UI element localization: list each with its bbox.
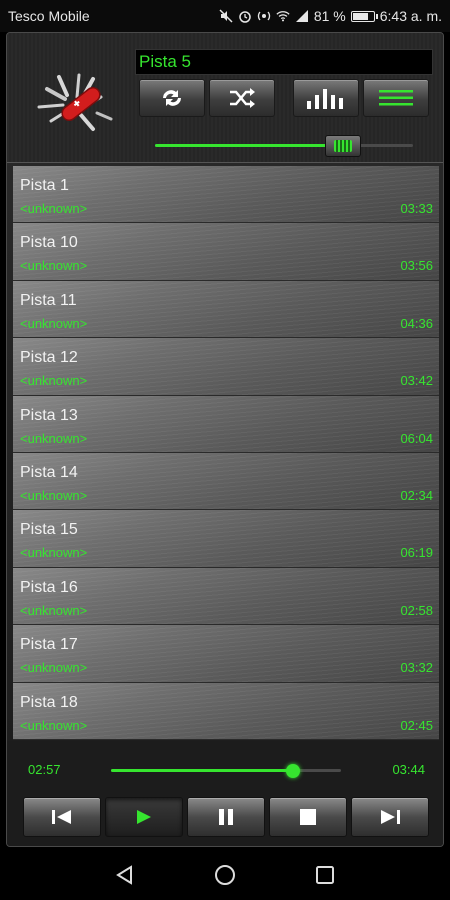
track-artist: <unknown> — [20, 430, 88, 446]
playlist-row[interactable]: Pista 14 <unknown> 02:34 — [13, 452, 439, 511]
menu-lines-icon — [379, 90, 413, 106]
clock: 6:43 a. m. — [379, 8, 442, 24]
playlist-menu-button[interactable] — [363, 79, 429, 117]
volume-slider-fill — [155, 144, 344, 147]
previous-button[interactable] — [23, 797, 101, 837]
elapsed-time: 02:57 — [28, 762, 61, 777]
track-title: Pista 15 — [20, 521, 78, 539]
play-button[interactable] — [105, 797, 183, 837]
track-duration: 03:42 — [400, 373, 433, 389]
playlist-row[interactable]: Pista 11 <unknown> 04:36 — [13, 280, 439, 339]
track-title: Pista 18 — [20, 693, 78, 711]
battery-icon — [350, 10, 378, 22]
track-artist: <unknown> — [20, 201, 88, 216]
playlist[interactable]: Pista 1 <unknown> 03:33 Pista 10 <unknown> 03… — [13, 166, 439, 740]
music-player-app: Pista 5 Pista 1 <unknown> 03:33 Pista 10… — [6, 32, 444, 847]
track-duration: 03:33 — [400, 201, 433, 216]
recents-square-icon — [316, 866, 334, 884]
current-track-title: Pista 5 — [135, 49, 433, 75]
track-artist: <unknown> — [20, 717, 88, 733]
track-title: Pista 14 — [20, 463, 78, 481]
track-artist: <unknown> — [20, 602, 88, 618]
status-icons: 81 % 6:43 a. m. — [219, 8, 442, 24]
alarm-icon — [238, 9, 252, 23]
track-artist: <unknown> — [20, 315, 88, 331]
playlist-row[interactable]: Pista 10 <unknown> 03:56 — [13, 223, 439, 281]
seek-slider-thumb[interactable] — [285, 763, 300, 778]
equalizer-icon — [307, 89, 343, 109]
system-navigation-bar — [0, 850, 450, 900]
wifi-icon — [276, 9, 290, 23]
knob-grip-icon — [334, 140, 353, 152]
next-button[interactable] — [351, 797, 429, 837]
stop-icon — [300, 809, 316, 825]
track-duration: 06:04 — [400, 430, 433, 446]
playlist-row[interactable]: Pista 15 <unknown> 06:19 — [13, 510, 439, 568]
track-title: Pista 13 — [20, 406, 78, 424]
playlist-row[interactable]: Pista 17 <unknown> 03:32 — [13, 625, 439, 683]
shuffle-button[interactable] — [209, 79, 275, 117]
home-button[interactable] — [212, 862, 238, 888]
track-title: Pista 16 — [20, 578, 78, 596]
playlist-row[interactable]: Pista 18 <unknown> 02:45 — [13, 682, 439, 740]
track-title: Pista 10 — [20, 234, 78, 252]
total-time: 03:44 — [392, 762, 425, 777]
track-duration: 06:19 — [400, 545, 433, 561]
swiss-knife-logo-icon — [29, 67, 121, 137]
track-artist: <unknown> — [20, 545, 88, 561]
track-artist: <unknown> — [20, 660, 88, 676]
player-header: Pista 5 — [7, 33, 443, 163]
battery-percent: 81 % — [313, 8, 346, 24]
recents-button[interactable] — [312, 862, 338, 888]
playlist-row[interactable]: Pista 1 <unknown> 03:33 — [13, 166, 439, 224]
track-title: Pista 12 — [20, 349, 78, 367]
previous-icon — [52, 810, 71, 824]
home-circle-icon — [215, 865, 235, 885]
playlist-row[interactable]: Pista 16 <unknown> 02:58 — [13, 567, 439, 626]
track-duration: 04:36 — [400, 315, 433, 331]
next-icon — [381, 810, 400, 824]
volume-slider-track[interactable] — [155, 144, 413, 147]
playlist-row[interactable]: Pista 12 <unknown> 03:42 — [13, 338, 439, 396]
stop-button[interactable] — [269, 797, 347, 837]
track-duration: 03:56 — [400, 258, 433, 274]
track-artist: <unknown> — [20, 373, 88, 389]
transport-controls — [7, 789, 443, 846]
track-title: Pista 1 — [20, 177, 69, 194]
battery-fill — [352, 12, 369, 20]
seek-slider-fill — [111, 769, 293, 772]
equalizer-button[interactable] — [293, 79, 359, 117]
track-duration: 02:34 — [400, 487, 433, 503]
repeat-icon — [163, 90, 181, 106]
back-button[interactable] — [112, 862, 138, 888]
track-duration: 02:58 — [400, 602, 433, 618]
track-duration: 03:32 — [400, 660, 433, 676]
carrier-name: Tesco Mobile — [8, 8, 90, 24]
seek-slider-track[interactable] — [111, 763, 341, 778]
pause-button[interactable] — [187, 797, 265, 837]
track-artist: <unknown> — [20, 487, 88, 503]
playlist-row[interactable]: Pista 13 <unknown> 06:04 — [13, 395, 439, 453]
back-triangle-icon — [116, 865, 132, 885]
signal-hd-icon — [257, 9, 271, 23]
status-bar: Tesco Mobile 81 % 6:43 a. m. — [0, 0, 450, 32]
cell-signal-icon — [295, 9, 309, 23]
track-title: Pista 17 — [20, 636, 78, 654]
repeat-button[interactable] — [139, 79, 205, 117]
pause-icon — [219, 809, 233, 825]
progress-bar-area: 02:57 03:44 — [7, 741, 443, 789]
track-duration: 02:45 — [400, 717, 433, 733]
volume-slider-knob[interactable] — [325, 135, 362, 157]
track-title: Pista 11 — [20, 291, 77, 309]
track-artist: <unknown> — [20, 258, 88, 274]
mute-icon — [219, 9, 233, 23]
play-icon — [137, 810, 151, 824]
shuffle-icon — [230, 88, 255, 108]
